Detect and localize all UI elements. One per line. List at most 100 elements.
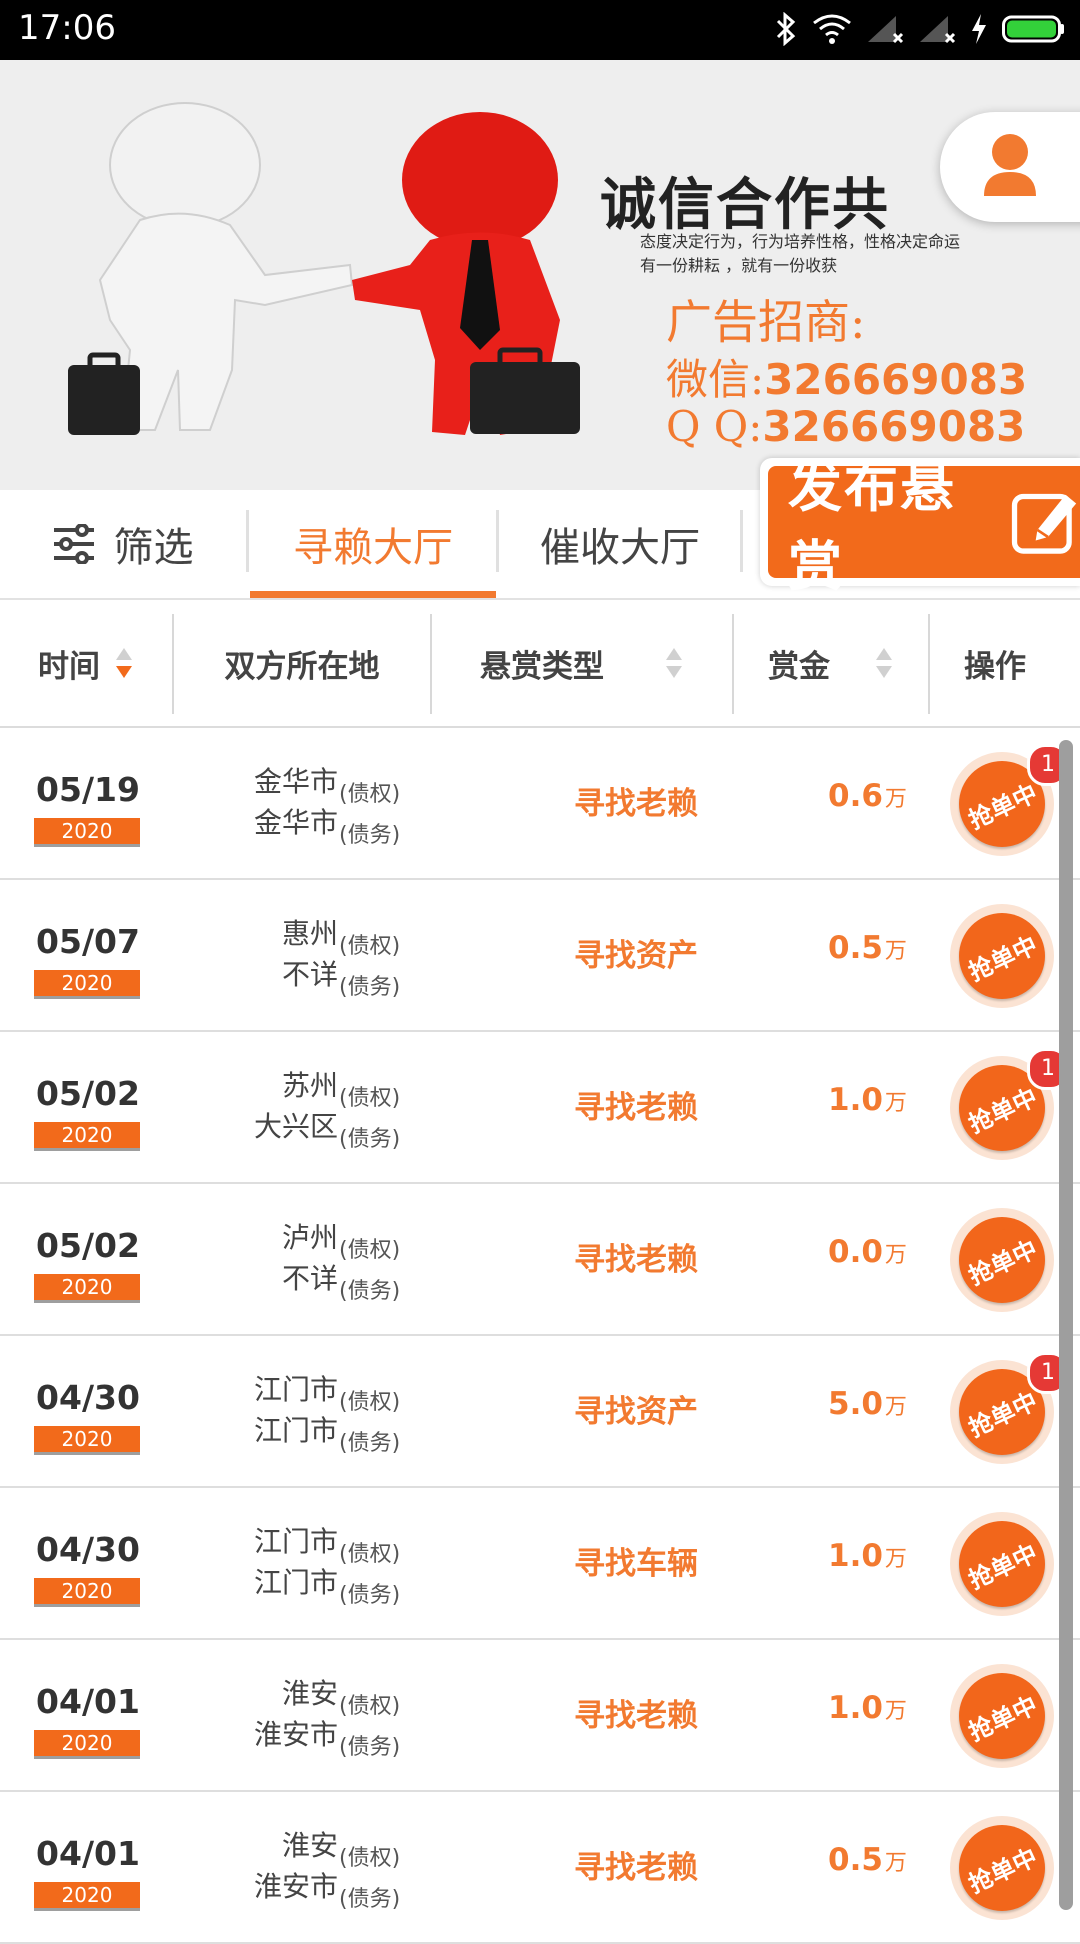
column-label: 操作 <box>964 648 1026 685</box>
grab-label: 抢单中 <box>964 1538 1042 1595</box>
grab-label: 抢单中 <box>964 1234 1042 1291</box>
row-date: 05/02 <box>36 1074 140 1113</box>
debtor-location: 不详 <box>281 958 338 991</box>
list-scrollbar[interactable] <box>1059 740 1073 1910</box>
bounty-type: 寻找老赖 <box>574 786 698 822</box>
signal-icon <box>868 16 904 44</box>
row-date: 04/01 <box>36 1834 140 1873</box>
tab-label: 寻赖大厅 <box>293 525 453 571</box>
creditor-location: 淮安 <box>281 1677 338 1710</box>
debtor-location: 不详 <box>281 1262 338 1295</box>
table-row[interactable]: 05/02 2020 泸州 (债权) 不详 (债务) 寻找老赖 0.0万 抢单中 <box>0 1184 1080 1336</box>
active-tab-indicator <box>250 591 496 598</box>
amount-unit: 万 <box>884 787 907 812</box>
wechat-contact: 微信:326669083 <box>666 346 1027 407</box>
signal-icon <box>920 16 956 44</box>
column-header-time[interactable]: 时间 <box>0 600 172 726</box>
tab-divider <box>496 510 499 572</box>
row-year: 2020 <box>34 1122 140 1148</box>
reward-amount: 0.5万 <box>828 1842 907 1878</box>
grab-order-button[interactable]: 抢单中 <box>950 904 1054 1008</box>
creditor-tag: (债权) <box>339 782 401 807</box>
reward-amount: 1.0万 <box>828 1690 907 1726</box>
status-bar: 17:06 <box>0 0 1080 60</box>
creditor-tag: (债权) <box>339 1238 401 1263</box>
reward-amount: 0.0万 <box>828 1234 907 1270</box>
row-date: 05/07 <box>36 922 140 961</box>
filter-label: 筛选 <box>113 525 194 571</box>
bounty-type: 寻找车辆 <box>574 1546 698 1582</box>
column-header-reward[interactable]: 赏金 <box>734 600 928 726</box>
creditor-location: 惠州 <box>281 917 338 950</box>
creditor-tag: (债权) <box>339 1846 401 1871</box>
sort-icon <box>666 648 682 678</box>
user-icon <box>984 134 1036 196</box>
table-row[interactable]: 04/30 2020 江门市 (债权) 江门市 (债务) 寻找车辆 1.0万 抢… <box>0 1488 1080 1640</box>
creditor-location: 淮安 <box>281 1829 338 1862</box>
wifi-icon <box>813 14 851 44</box>
creditor-location: 江门市 <box>253 1525 338 1558</box>
wechat-label: 微信: <box>666 355 765 404</box>
grab-order-button[interactable]: 抢单中 <box>950 1816 1054 1920</box>
debtor-tag: (债务) <box>339 1431 401 1456</box>
column-label: 悬赏类型 <box>480 648 604 685</box>
debtor-location: 淮安市 <box>253 1870 338 1903</box>
amount-value: 0.5 <box>828 930 883 966</box>
debtor-tag: (债务) <box>339 1583 401 1608</box>
battery-icon <box>1002 15 1064 43</box>
reward-amount: 1.0万 <box>828 1082 907 1118</box>
tab-hunt-hall[interactable]: 寻赖大厅 <box>250 490 496 598</box>
bluetooth-icon <box>776 12 796 46</box>
table-header: 时间 双方所在地 悬赏类型 赏金 操作 <box>0 600 1080 728</box>
debtor-tag: (债务) <box>339 1127 401 1152</box>
tab-divider <box>246 510 249 572</box>
amount-unit: 万 <box>884 1243 907 1268</box>
row-date: 04/30 <box>36 1530 140 1569</box>
debtor-tag: (债务) <box>339 1887 401 1912</box>
table-row[interactable]: 04/01 2020 淮安 (债权) 淮安市 (债务) 寻找老赖 0.5万 抢单… <box>0 1792 1080 1944</box>
publish-bounty-button[interactable]: 发布悬赏 <box>760 455 1080 598</box>
bounty-type: 寻找老赖 <box>574 1242 698 1278</box>
grab-order-button[interactable]: 抢单中 <box>950 1512 1054 1616</box>
grab-order-button[interactable]: 抢单中 <box>950 1208 1054 1312</box>
ad-banner[interactable]: 诚信合作共 态度决定行为，行为培养性格，性格决定命运 有一份耕耘 ，就有一份收获… <box>0 60 1080 490</box>
reward-amount: 0.6万 <box>828 778 907 814</box>
table-row[interactable]: 04/01 2020 淮安 (债权) 淮安市 (债务) 寻找老赖 1.0万 抢单… <box>0 1640 1080 1792</box>
grab-label: 抢单中 <box>964 1842 1042 1899</box>
table-row[interactable]: 05/07 2020 惠州 (债权) 不详 (债务) 寻找资产 0.5万 抢单中 <box>0 880 1080 1032</box>
tab-collect-hall[interactable]: 催收大厅 <box>500 490 740 598</box>
amount-value: 1.0 <box>828 1082 883 1118</box>
creditor-location: 泸州 <box>281 1221 338 1254</box>
row-year: 2020 <box>34 1578 140 1604</box>
reward-amount: 5.0万 <box>828 1386 907 1422</box>
amount-value: 5.0 <box>828 1386 883 1422</box>
column-header-type[interactable]: 悬赏类型 <box>432 600 732 726</box>
debtor-location: 金华市 <box>253 806 338 839</box>
user-profile-button[interactable] <box>940 112 1080 222</box>
reward-amount: 0.5万 <box>828 930 907 966</box>
wechat-value: 326669083 <box>764 355 1028 404</box>
handshake-illustration <box>68 102 580 435</box>
table-row[interactable]: 05/19 2020 金华市 (债权) 金华市 (债务) 寻找老赖 0.6万 抢… <box>0 728 1080 880</box>
row-year: 2020 <box>34 1730 140 1756</box>
amount-unit: 万 <box>884 939 907 964</box>
bounty-type: 寻找老赖 <box>574 1850 698 1886</box>
charging-icon <box>972 14 986 44</box>
debtor-tag: (债务) <box>339 823 401 848</box>
status-time: 17:06 <box>18 8 116 48</box>
filter-button[interactable]: 筛选 <box>0 490 245 598</box>
amount-unit: 万 <box>884 1395 907 1420</box>
table-row[interactable]: 04/30 2020 江门市 (债权) 江门市 (债务) 寻找资产 5.0万 抢… <box>0 1336 1080 1488</box>
amount-unit: 万 <box>884 1851 907 1876</box>
amount-unit: 万 <box>884 1547 907 1572</box>
bounty-type: 寻找老赖 <box>574 1090 698 1126</box>
row-year: 2020 <box>34 1426 140 1452</box>
bounty-type: 寻找老赖 <box>574 1698 698 1734</box>
grab-order-button[interactable]: 抢单中 <box>950 1664 1054 1768</box>
column-header-location: 双方所在地 <box>174 600 430 726</box>
grab-label: 抢单中 <box>964 1082 1042 1139</box>
debtor-tag: (债务) <box>339 975 401 1000</box>
creditor-tag: (债权) <box>339 1694 401 1719</box>
table-row[interactable]: 05/02 2020 苏州 (债权) 大兴区 (债务) 寻找老赖 1.0万 抢单… <box>0 1032 1080 1184</box>
filter-icon <box>53 524 94 564</box>
